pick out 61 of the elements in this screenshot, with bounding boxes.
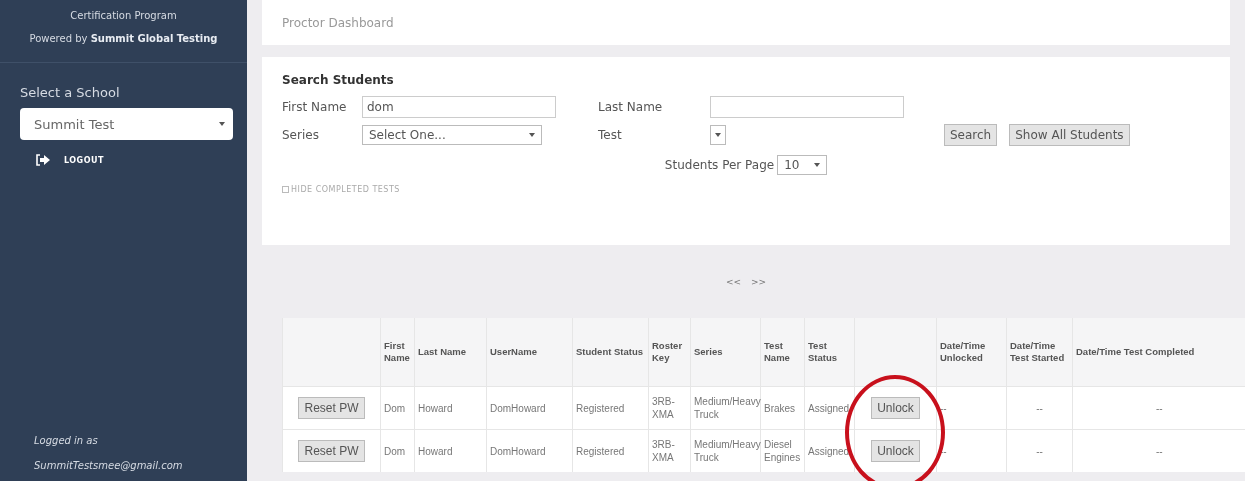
prev-page-link[interactable]: << bbox=[725, 276, 741, 287]
school-select[interactable]: Summit Test bbox=[20, 108, 233, 140]
search-title: Search Students bbox=[282, 73, 395, 87]
column-header: Roster Key bbox=[652, 339, 684, 365]
last-name-label: Last Name bbox=[598, 100, 664, 114]
table-cell-text: Dom bbox=[384, 401, 407, 415]
user-email: SummitTestsmee@gmail.com bbox=[34, 460, 184, 471]
last-name-field[interactable] bbox=[710, 96, 904, 118]
per-page-label: Students Per Page bbox=[664, 158, 775, 172]
page-title: Proctor Dashboard bbox=[282, 15, 394, 30]
first-name-label: First Name bbox=[282, 100, 348, 114]
table-cell-text: 3RB-XMA bbox=[652, 438, 676, 464]
column-header: Test Name bbox=[764, 339, 791, 365]
test-select[interactable] bbox=[710, 125, 726, 145]
reset-password-button[interactable]: Reset PW bbox=[298, 397, 365, 419]
table-cell-text: Registered bbox=[576, 444, 626, 458]
table-cell-text: -- bbox=[1154, 444, 1164, 458]
logged-in-label: Logged in as bbox=[34, 435, 99, 446]
table-cell-text: -- bbox=[940, 444, 948, 458]
column-header: Test Status bbox=[808, 339, 839, 365]
table-cell-text: Dom bbox=[384, 444, 407, 458]
table-cell-text: -- bbox=[1154, 401, 1164, 415]
table-cell-text: Registered bbox=[576, 401, 626, 415]
series-label: Series bbox=[282, 128, 320, 142]
powered-by-text: Powered by Summit Global Testing bbox=[29, 33, 218, 44]
hide-completed-label: HIDE COMPLETED TESTS bbox=[291, 185, 400, 194]
hide-completed-checkbox[interactable] bbox=[282, 186, 289, 193]
column-header: Date/Time Test Completed bbox=[1076, 345, 1196, 359]
column-header: UserName bbox=[490, 345, 538, 359]
reset-password-button[interactable]: Reset PW bbox=[298, 440, 365, 462]
table-cell: Assigned bbox=[808, 401, 851, 415]
per-page-select[interactable]: 10 bbox=[777, 155, 828, 175]
first-name-field[interactable]: dom bbox=[362, 96, 556, 118]
show-all-button[interactable]: Show All Students bbox=[1009, 124, 1130, 146]
logout-link[interactable]: LOGOUT bbox=[64, 155, 104, 165]
school-label: Select a School bbox=[20, 85, 121, 100]
table-cell: Diesel Engines bbox=[764, 438, 801, 464]
logout-icon bbox=[36, 154, 50, 166]
table-cell-text: Brakes bbox=[764, 401, 797, 415]
column-header: Date/Time Unlocked bbox=[940, 339, 987, 365]
table-cell-text: Howard bbox=[418, 401, 454, 415]
table-cell-text: Howard bbox=[418, 444, 454, 458]
series-select[interactable]: Select One... bbox=[362, 125, 542, 145]
table-cell-text: -- bbox=[940, 401, 948, 415]
program-name: Certification Program bbox=[70, 10, 177, 21]
table-cell-text: -- bbox=[1035, 444, 1044, 458]
unlock-button[interactable]: Unlock bbox=[871, 397, 920, 419]
column-header: First Name bbox=[384, 339, 411, 365]
caret-icon bbox=[219, 122, 225, 126]
table-cell-text: 3RB-XMA bbox=[652, 395, 676, 421]
column-header: Series bbox=[694, 345, 724, 359]
table-cell-text: DomHoward bbox=[490, 444, 547, 458]
unlock-button[interactable]: Unlock bbox=[871, 440, 920, 462]
next-page-link[interactable]: >> bbox=[751, 276, 767, 287]
column-header: Last Name bbox=[418, 345, 468, 359]
column-header: Date/Time Test Started bbox=[1010, 339, 1066, 365]
search-button[interactable]: Search bbox=[944, 124, 998, 146]
table-cell-text: DomHoward bbox=[490, 401, 547, 415]
table-cell-text: -- bbox=[1035, 401, 1044, 415]
test-label: Test bbox=[598, 128, 623, 142]
column-header: Student Status bbox=[576, 345, 645, 359]
